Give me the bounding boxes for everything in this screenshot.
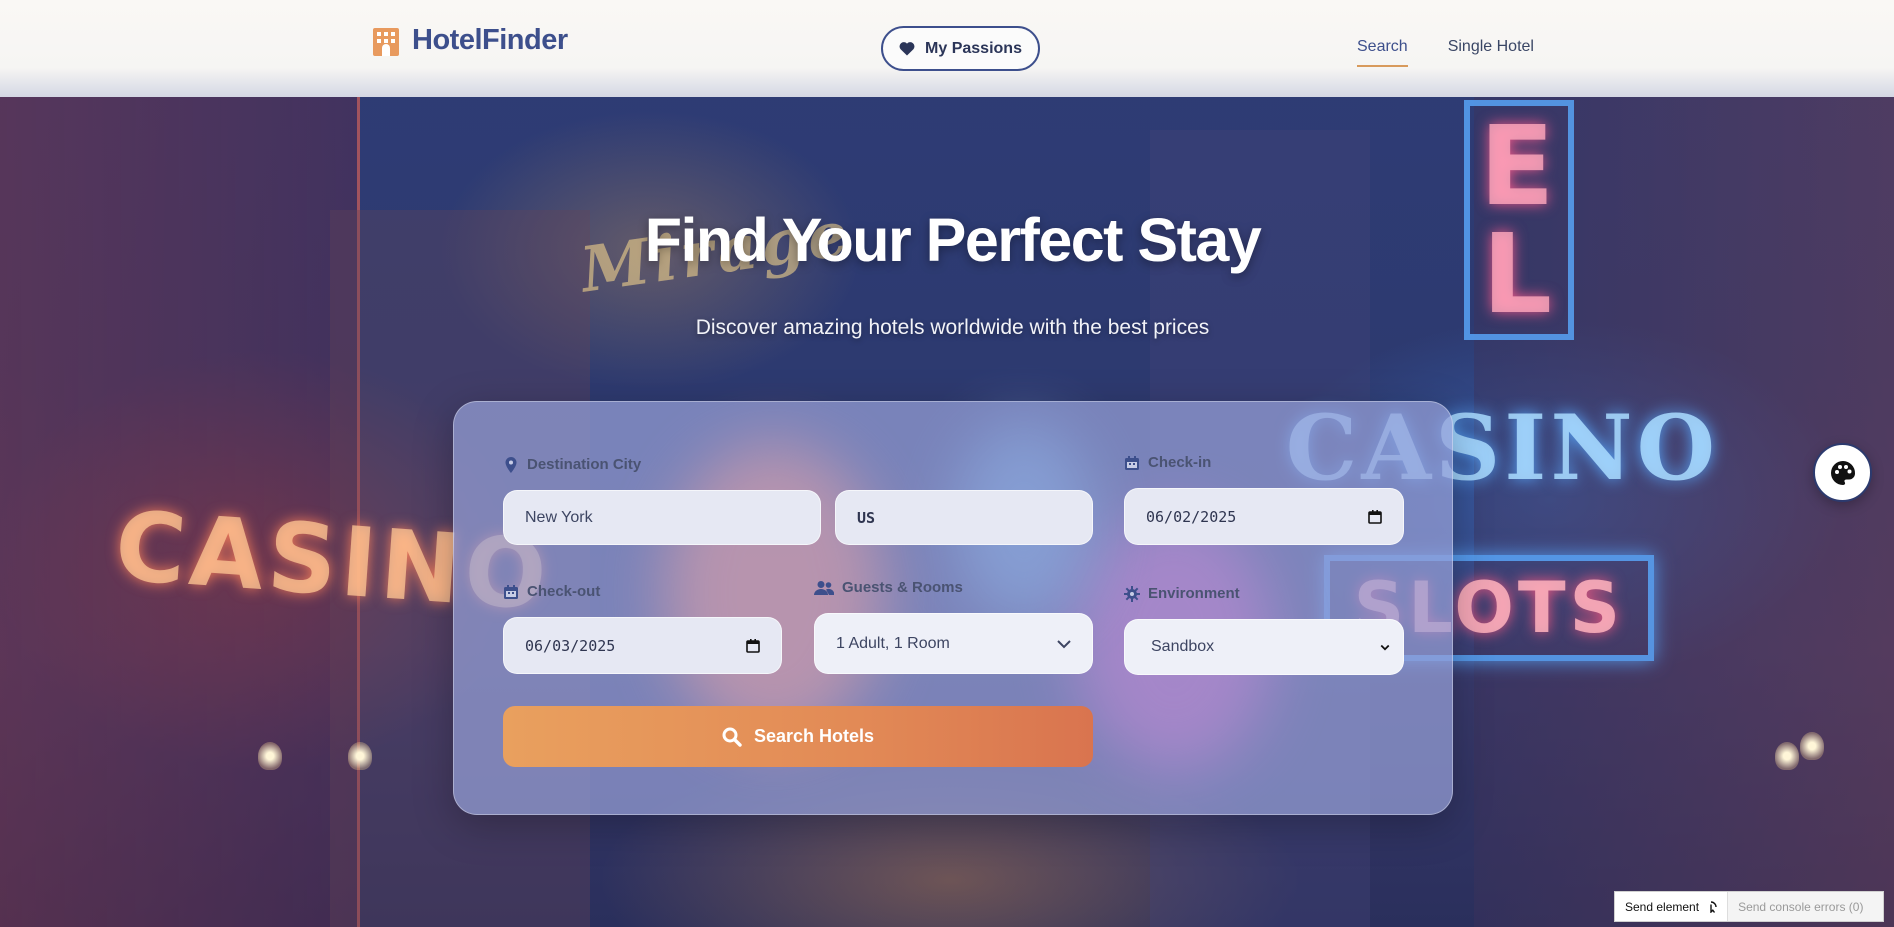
brand-name: HotelFinder (412, 24, 568, 56)
environment-label-text: Environment (1148, 585, 1240, 602)
street-lamp (1775, 742, 1799, 770)
map-pin-icon (505, 456, 517, 473)
palette-icon (1830, 460, 1855, 485)
brand-logo[interactable]: HotelFinder (372, 24, 568, 57)
checkin-label-text: Check-in (1148, 454, 1212, 471)
street-lamp (258, 742, 282, 770)
checkin-label: Check-in (1124, 454, 1211, 471)
guests-rooms-value: 1 Adult, 1 Room (836, 634, 950, 652)
checkout-date-value: 06/03/2025 (525, 636, 616, 655)
theme-palette-button[interactable] (1813, 443, 1872, 502)
search-form-card: Destination City New York US Check-in 06… (453, 401, 1453, 815)
chevron-down-icon (1057, 639, 1071, 648)
nav-item-search[interactable]: Search (1357, 38, 1408, 67)
send-element-label: Send element (1625, 899, 1700, 914)
hero-subtitle: Discover amazing hotels worldwide with t… (695, 316, 1210, 339)
search-icon (722, 727, 742, 747)
top-header: HotelFinder My Passions Search Single Ho… (0, 0, 1894, 97)
main-nav: Search Single Hotel (1357, 38, 1534, 67)
country-code-input[interactable]: US (835, 490, 1093, 545)
search-hotels-button[interactable]: Search Hotels (503, 706, 1093, 767)
checkout-label-text: Check-out (527, 583, 601, 600)
environment-label: Environment (1124, 585, 1240, 602)
street-lamp (1800, 732, 1824, 760)
environment-value: Sandbox (1151, 638, 1215, 655)
pointer-icon (1710, 900, 1717, 913)
guests-rooms-select[interactable]: 1 Adult, 1 Room (814, 613, 1093, 674)
debug-toolbar: Send element Send console errors (0) (1614, 891, 1884, 922)
send-element-button[interactable]: Send element (1615, 892, 1729, 921)
destination-city-input[interactable]: New York (503, 490, 821, 545)
nav-item-single-hotel[interactable]: Single Hotel (1448, 38, 1534, 56)
calendar-icon (1125, 455, 1139, 470)
checkout-label: Check-out (503, 583, 600, 600)
destination-label-text: Destination City (527, 456, 642, 473)
street-lamp (348, 742, 372, 770)
hero-title: Find Your Perfect Stay (644, 206, 1262, 274)
search-hotels-label: Search Hotels (753, 726, 875, 746)
calendar-picker-icon[interactable] (745, 638, 761, 654)
gear-icon (1124, 585, 1140, 602)
calendar-picker-icon[interactable] (1367, 509, 1383, 525)
country-code-value: US (857, 508, 876, 527)
users-icon (814, 580, 834, 595)
heart-icon (899, 42, 915, 56)
guests-label-text: Guests & Rooms (842, 579, 963, 596)
guests-label: Guests & Rooms (814, 579, 963, 596)
send-console-errors-button[interactable]: Send console errors (0) (1728, 900, 1873, 914)
checkin-date-value: 06/02/2025 (1146, 507, 1237, 526)
checkout-date-input[interactable]: 06/03/2025 (503, 617, 782, 674)
destination-city-value: New York (525, 508, 593, 526)
environment-select[interactable]: Sandbox (1124, 619, 1404, 675)
checkin-date-input[interactable]: 06/02/2025 (1124, 488, 1404, 545)
my-passions-label: My Passions (925, 39, 1022, 57)
chevron-down-icon (1380, 644, 1390, 651)
my-passions-button[interactable]: My Passions (881, 26, 1040, 71)
destination-label: Destination City (503, 456, 641, 473)
calendar-icon (504, 584, 518, 599)
hotel-building-icon (373, 27, 399, 56)
